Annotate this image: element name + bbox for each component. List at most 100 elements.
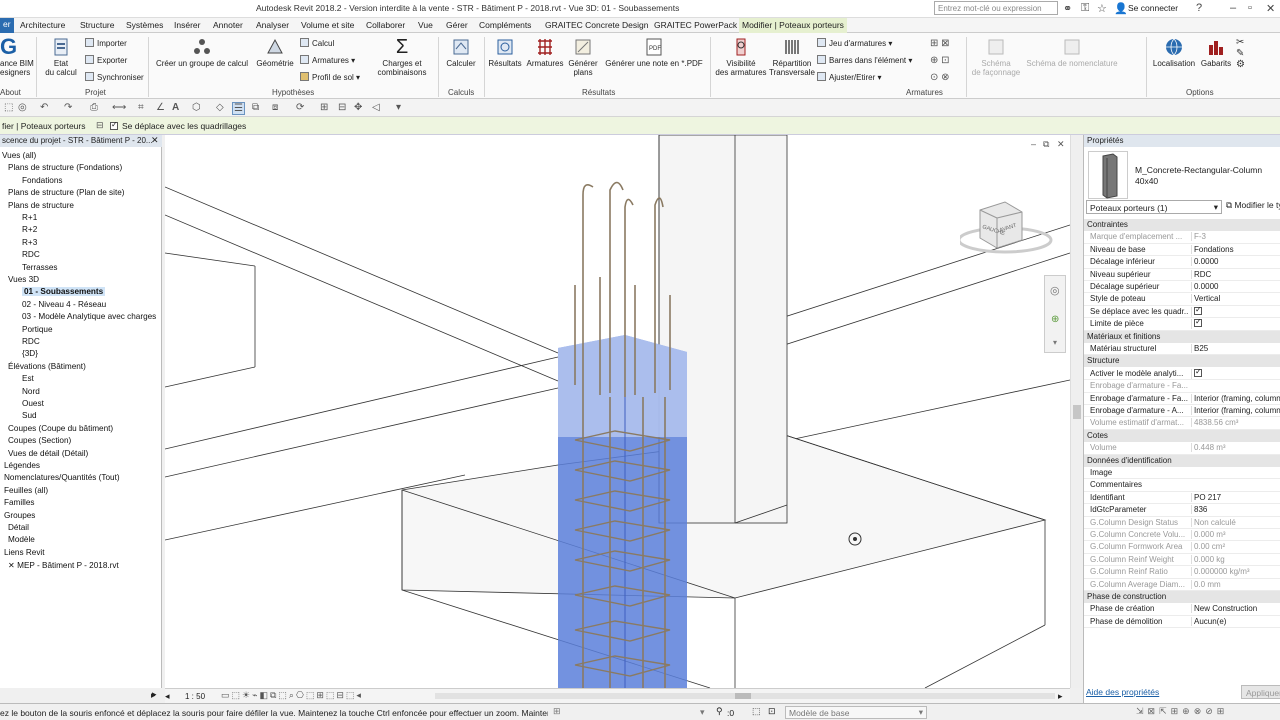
- visibilite-button[interactable]: Visibilité des armatures: [713, 37, 769, 77]
- property-row[interactable]: Niveau supérieur RDC: [1084, 269, 1280, 281]
- edit-type-button[interactable]: ⧉ Modifier le type: [1226, 200, 1280, 214]
- thin-lines-icon[interactable]: ☰: [232, 102, 245, 115]
- property-row[interactable]: G.Column Formwork Area 0.00 cm²: [1084, 541, 1280, 554]
- browser-item[interactable]: Vues (all): [2, 151, 36, 160]
- tab-inserer[interactable]: Insérer: [174, 20, 200, 30]
- editable-only-icon[interactable]: ⬚: [752, 706, 761, 717]
- property-value[interactable]: 0.0000: [1191, 282, 1280, 291]
- tab-complements[interactable]: Compléments: [479, 20, 531, 30]
- property-value[interactable]: F-3: [1191, 232, 1280, 242]
- browser-item[interactable]: Est: [22, 374, 34, 383]
- property-row[interactable]: Phase de démolition Aucun(e): [1084, 616, 1280, 629]
- tab-structure[interactable]: Structure: [80, 20, 115, 30]
- property-value[interactable]: [1191, 306, 1280, 317]
- tab-modify-columns[interactable]: Modifier | Poteaux porteurs: [739, 18, 847, 33]
- browser-item[interactable]: Fondations: [22, 176, 63, 185]
- tool-grid-icons[interactable]: ⊞ ⊠: [930, 38, 950, 49]
- browser-item[interactable]: Ouest: [22, 399, 44, 408]
- browser-item[interactable]: R+3: [22, 238, 37, 247]
- scroll-left-icon[interactable]: ◂: [165, 691, 170, 702]
- property-row[interactable]: Identifiant PO 217: [1084, 492, 1280, 505]
- undo-icon[interactable]: ↶: [40, 102, 48, 113]
- property-value[interactable]: 0.000 m³: [1191, 530, 1280, 539]
- property-value[interactable]: New Construction: [1191, 604, 1280, 614]
- localisation-button[interactable]: Localisation: [1150, 37, 1198, 68]
- vscroll-thumb[interactable]: [1073, 405, 1081, 419]
- profil-sol-button[interactable]: Profil de sol ▾: [300, 72, 360, 82]
- hide-icon[interactable]: ⊟: [338, 102, 346, 113]
- property-section-header[interactable]: Matériaux et finitions: [1084, 330, 1280, 343]
- browser-item[interactable]: Feuilles (all): [4, 486, 48, 495]
- browser-item[interactable]: R+2: [22, 225, 37, 234]
- close-browser-icon[interactable]: ✕: [151, 135, 159, 146]
- tab-volume-site[interactable]: Volume et site: [301, 20, 354, 30]
- property-value[interactable]: 0.000 kg: [1191, 554, 1280, 564]
- property-checkbox[interactable]: [1194, 368, 1202, 377]
- property-row[interactable]: Niveau de base Fondations: [1084, 244, 1280, 257]
- property-row[interactable]: Enrobage d'armature - A... Interior (fram…: [1084, 405, 1280, 418]
- property-value[interactable]: 0.0000: [1191, 257, 1280, 267]
- property-value[interactable]: 0.000000 kg/m³: [1191, 567, 1280, 577]
- browser-scroll-right-icon[interactable]: ▸: [152, 689, 157, 700]
- gabarits-button[interactable]: Gabarits: [1198, 37, 1234, 68]
- modify-icon[interactable]: ⬚: [4, 102, 13, 113]
- tab-gerer[interactable]: Gérer: [446, 20, 468, 30]
- snap-icon[interactable]: ⊞: [320, 102, 328, 113]
- property-value[interactable]: PO 217: [1191, 492, 1280, 502]
- property-row[interactable]: IdGtcParameter 836: [1084, 504, 1280, 517]
- browser-item[interactable]: Plans de structure: [8, 201, 74, 210]
- generer-plans-button[interactable]: Générer plans: [566, 37, 600, 77]
- minimize-icon[interactable]: –: [1230, 2, 1236, 14]
- horizontal-scrollbar[interactable]: [435, 693, 1055, 699]
- tab-collaborer[interactable]: Collaborer: [366, 20, 405, 30]
- status-dropdown-icon[interactable]: ▾: [700, 707, 705, 718]
- property-section-header[interactable]: Contraintes: [1084, 219, 1280, 231]
- property-section-header[interactable]: Données d'identification: [1084, 454, 1280, 467]
- view-control-icons[interactable]: ▭⬚☀⌁◧⧉⬚⌕⎔⬚⊞⬚⊟⬚◂: [221, 690, 363, 701]
- redo-icon[interactable]: ↷: [64, 102, 72, 113]
- search-input[interactable]: Entrez mot-clé ou expression: [934, 1, 1058, 15]
- apply-button[interactable]: Appliquer: [1241, 685, 1280, 699]
- 3d-view-icon[interactable]: ⬡: [192, 102, 201, 113]
- vertical-scrollbar[interactable]: [1070, 135, 1082, 688]
- tab-vue[interactable]: Vue: [418, 20, 433, 30]
- subscription-icon[interactable]: ⚿: [1081, 2, 1089, 15]
- property-value[interactable]: [1191, 368, 1280, 379]
- schema-nomenclature-button[interactable]: Schéma de nomenclature: [1024, 37, 1120, 68]
- sign-in-button[interactable]: Se connecter: [1128, 3, 1178, 13]
- tab-graitec-powerpack[interactable]: GRAITEC PowerPack: [654, 20, 737, 30]
- property-row[interactable]: Image: [1084, 467, 1280, 480]
- property-row[interactable]: Volume 0.448 m³: [1084, 442, 1280, 455]
- browser-item[interactable]: R+1: [22, 213, 37, 222]
- properties-help-link[interactable]: Aide des propriétés: [1086, 687, 1159, 697]
- property-row[interactable]: Marque d'emplacement ... F-3: [1084, 231, 1280, 244]
- property-row[interactable]: G.Column Average Diam... 0.0 mm: [1084, 579, 1280, 591]
- browser-item[interactable]: 02 - Niveau 4 - Réseau: [22, 300, 106, 309]
- barres-element-button[interactable]: Barres dans l'élément ▾: [817, 55, 912, 65]
- calculer-button[interactable]: Calculer: [442, 37, 480, 68]
- properties-toggle-icon[interactable]: ⊟: [96, 120, 104, 131]
- selection-option-icons[interactable]: ⇲⊠⇱⊞⊕⊗⊘⊞: [1136, 706, 1228, 717]
- browser-item[interactable]: Groupes: [4, 511, 35, 520]
- property-row[interactable]: Matériau structurel B25: [1084, 343, 1280, 356]
- calcul-small-button[interactable]: Calcul: [300, 38, 334, 48]
- tab-file[interactable]: er: [0, 18, 14, 33]
- property-value[interactable]: Non calculé: [1191, 517, 1280, 527]
- type-selector[interactable]: Poteaux porteurs (1) ▾: [1086, 200, 1222, 214]
- property-checkbox[interactable]: [1194, 306, 1202, 315]
- browser-item[interactable]: Nomenclatures/Quantités (Tout): [4, 473, 120, 482]
- scroll-right-icon[interactable]: ▸: [1058, 691, 1063, 702]
- view-minimize-icon[interactable]: –: [1031, 139, 1036, 149]
- charges-button[interactable]: Σ Charges et combinaisons: [372, 37, 432, 77]
- view-scale[interactable]: 1 : 50: [185, 692, 205, 701]
- browser-item[interactable]: Modèle: [8, 535, 35, 544]
- property-row[interactable]: Phase de création New Construction: [1084, 603, 1280, 616]
- selected-column[interactable]: [558, 335, 687, 688]
- tool-grid-icons-2[interactable]: ⊕ ⊡: [930, 55, 950, 66]
- browser-item[interactable]: 03 - Modèle Analytique avec charges: [22, 312, 156, 321]
- design-options-icon[interactable]: ⊡: [768, 706, 776, 717]
- property-value[interactable]: RDC: [1191, 269, 1280, 279]
- close-icon[interactable]: ✕: [1266, 2, 1275, 15]
- help-icon[interactable]: ?: [1196, 2, 1202, 14]
- armatures-small-button[interactable]: Armatures ▾: [300, 55, 355, 65]
